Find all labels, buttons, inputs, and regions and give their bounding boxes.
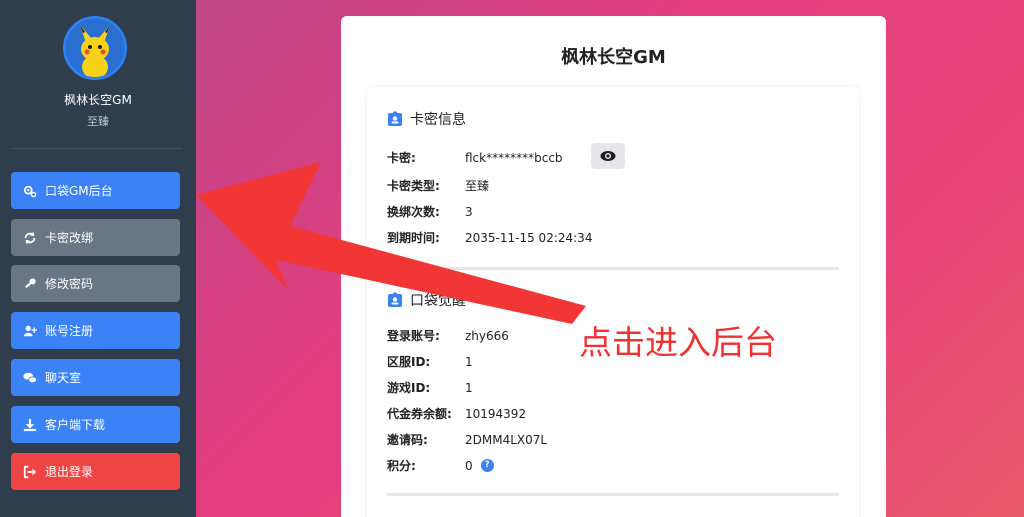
- row-label: 换绑次数:: [387, 205, 440, 219]
- sidebar-item-label: 卡密改绑: [45, 231, 94, 245]
- card-type-row: 卡密类型: 至臻: [387, 177, 489, 194]
- row-label: 卡密类型:: [387, 179, 440, 193]
- row-value: 至臻: [465, 179, 490, 193]
- sidebar-item-label: 聊天室: [45, 371, 82, 385]
- sidebar-item-card-rebind[interactable]: 卡密改绑: [11, 219, 180, 256]
- sidebar-item-label: 口袋GM后台: [45, 184, 113, 198]
- sidebar-divider: [12, 148, 182, 149]
- toggle-visibility-button[interactable]: [591, 143, 625, 169]
- invite-code-row: 邀请码: 2DMM4LX07L: [387, 431, 547, 448]
- comments-icon: [23, 372, 37, 383]
- game-id-row: 游戏ID: 1: [387, 379, 473, 396]
- sidebar-item-gm-backend[interactable]: 口袋GM后台: [11, 172, 180, 209]
- row-value: 1: [465, 380, 473, 395]
- eye-icon: [600, 151, 616, 161]
- help-icon[interactable]: ?: [480, 459, 494, 472]
- username: 枫林长空GM: [64, 93, 132, 107]
- row-value: 0: [465, 458, 473, 473]
- row-label: 登录账号:: [387, 329, 440, 343]
- rebind-count-row: 换绑次数: 3: [387, 203, 473, 220]
- row-value: 10194392: [465, 406, 527, 421]
- section-title-text: 卡密信息: [410, 112, 466, 128]
- user-level: 至臻: [87, 115, 109, 128]
- row-label: 代金券余额:: [387, 407, 452, 421]
- id-badge-icon: [388, 292, 402, 307]
- row-label: 邀请码:: [387, 433, 428, 447]
- cogs-icon: [23, 185, 37, 197]
- sidebar: 枫林长空GM 至臻 口袋GM后台 卡密改绑 修改密码 账号注册 聊天室 客户端下…: [0, 0, 196, 517]
- page-title: 枫林长空GM: [561, 47, 666, 68]
- login-account-row: 登录账号: zhy666: [387, 327, 509, 344]
- expire-time-row: 到期时间: 2035-11-15 02:24:34: [387, 229, 592, 246]
- sidebar-item-logout[interactable]: 退出登录: [11, 453, 180, 490]
- server-id-row: 区服ID: 1: [387, 353, 473, 370]
- section-title-text: 口袋觉醒: [410, 293, 466, 309]
- sidebar-item-label: 退出登录: [45, 465, 94, 479]
- card-info-section-title: 卡密信息: [387, 109, 466, 129]
- pocket-section-title: 口袋觉醒: [387, 290, 466, 310]
- sidebar-item-label: 客户端下载: [45, 418, 106, 432]
- id-badge-icon: [388, 111, 402, 126]
- sidebar-item-label: 修改密码: [45, 277, 94, 291]
- row-value: 2DMM4LX07L: [465, 432, 548, 447]
- voucher-balance-row: 代金券余额: 10194392: [387, 405, 526, 422]
- sync-icon: [24, 231, 36, 244]
- points-row: 积分: 0 ?: [387, 457, 494, 474]
- row-value: 3: [465, 204, 473, 219]
- row-label: 积分:: [387, 459, 416, 473]
- row-label: 游戏ID:: [387, 381, 431, 395]
- row-value: zhy666: [465, 328, 509, 343]
- row-value: 1: [465, 354, 473, 369]
- main-card: 枫林长空GM 卡密信息 卡密: flck********bccb 卡密类型: 至…: [341, 16, 886, 517]
- row-label: 卡密:: [387, 151, 416, 165]
- user-plus-icon: [23, 325, 37, 336]
- sign-out-icon: [23, 465, 37, 478]
- sidebar-item-change-password[interactable]: 修改密码: [11, 265, 180, 302]
- key-icon: [25, 277, 36, 288]
- sidebar-item-client-download[interactable]: 客户端下载: [11, 406, 180, 443]
- pikachu-avatar-image: [66, 19, 124, 77]
- card-key-value: flck********bccb: [465, 150, 563, 165]
- avatar[interactable]: [63, 16, 127, 80]
- row-label: 到期时间:: [387, 231, 440, 245]
- sidebar-item-register[interactable]: 账号注册: [11, 312, 180, 349]
- sidebar-item-chatroom[interactable]: 聊天室: [11, 359, 180, 396]
- card-key-row: 卡密: flck********bccb: [387, 149, 563, 166]
- section-divider: [387, 267, 839, 270]
- sidebar-item-label: 账号注册: [45, 324, 94, 338]
- download-icon: [23, 418, 37, 431]
- info-panel: 卡密信息 卡密: flck********bccb 卡密类型: 至臻 换绑次数:…: [367, 87, 859, 517]
- row-label: 区服ID:: [387, 355, 431, 369]
- annotation-text: 点击进入后台: [579, 323, 777, 362]
- row-value: 2035-11-15 02:24:34: [465, 230, 593, 245]
- section-divider: [387, 493, 839, 496]
